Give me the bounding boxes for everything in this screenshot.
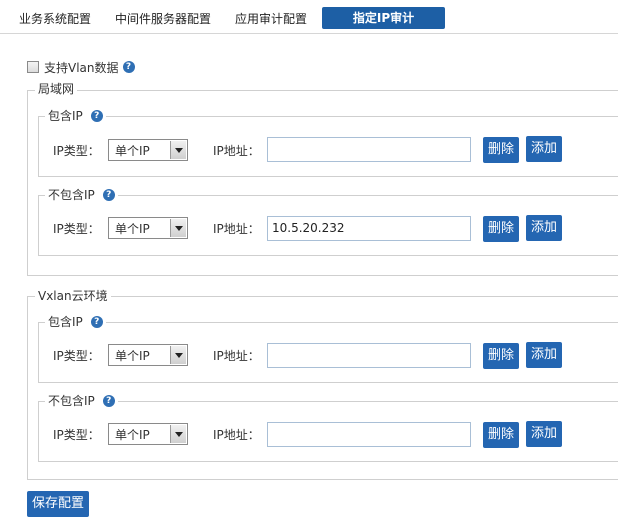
save-config-button[interactable]: 保存配置 bbox=[27, 491, 89, 517]
lan-include-ip-addr-input[interactable] bbox=[267, 137, 471, 162]
help-icon[interactable]: ? bbox=[90, 110, 103, 122]
tab-specified-ip-audit[interactable]: 指定IP审计 bbox=[322, 7, 445, 29]
lan-include-ip-legend: 包含IP ? bbox=[45, 109, 106, 123]
lan-include-ip-type-label: IP类型： bbox=[53, 144, 100, 158]
chevron-down-icon[interactable] bbox=[170, 141, 186, 159]
chevron-down-icon[interactable] bbox=[170, 219, 186, 237]
vxlan-exclude-ip-addr-label: IP地址： bbox=[213, 428, 260, 442]
tab-business-system-config[interactable]: 业务系统配置 bbox=[19, 8, 91, 30]
lan-exclude-ip-legend: 不包含IP ? bbox=[45, 188, 118, 202]
section-lan-title: 局域网 bbox=[35, 82, 78, 96]
lan-include-ip-title: 包含IP bbox=[48, 109, 83, 123]
lan-exclude-ip-title: 不包含IP bbox=[48, 188, 95, 202]
vxlan-exclude-ip-addr-input[interactable] bbox=[267, 422, 471, 447]
tab-middleware-server-config[interactable]: 中间件服务器配置 bbox=[115, 8, 211, 30]
vxlan-include-ip-addr-label: IP地址： bbox=[213, 349, 260, 363]
lan-exclude-ip-type-label: IP类型： bbox=[53, 222, 100, 236]
help-icon[interactable]: ? bbox=[102, 189, 115, 201]
tab-bar: 业务系统配置 中间件服务器配置 应用审计配置 指定IP审计 bbox=[0, 0, 618, 34]
lan-exclude-ip-addr-label: IP地址： bbox=[213, 222, 260, 236]
chevron-down-icon[interactable] bbox=[170, 425, 186, 443]
lan-include-ip-type-select[interactable]: 单个IP bbox=[108, 139, 188, 161]
section-vxlan-title: Vxlan云环境 bbox=[35, 289, 111, 303]
help-icon[interactable]: ? bbox=[90, 316, 103, 328]
vxlan-include-ip-title: 包含IP bbox=[48, 315, 83, 329]
vxlan-include-ip-type-value: 单个IP bbox=[115, 349, 150, 363]
vxlan-include-ip-type-label: IP类型： bbox=[53, 349, 100, 363]
lan-exclude-ip-type-value: 单个IP bbox=[115, 222, 150, 236]
help-icon[interactable]: ? bbox=[102, 395, 115, 407]
lan-include-ip-delete-button[interactable]: 删除 bbox=[483, 137, 519, 163]
lan-exclude-ip-addr-input[interactable]: 10.5.20.232 bbox=[267, 216, 471, 241]
help-icon[interactable]: ? bbox=[122, 61, 135, 73]
vxlan-include-ip-addr-input[interactable] bbox=[267, 343, 471, 368]
vxlan-exclude-ip-type-select[interactable]: 单个IP bbox=[108, 423, 188, 445]
tab-app-audit-config[interactable]: 应用审计配置 bbox=[235, 8, 307, 30]
vxlan-exclude-ip-title: 不包含IP bbox=[48, 394, 95, 408]
vxlan-exclude-ip-legend: 不包含IP ? bbox=[45, 394, 118, 408]
vxlan-exclude-ip-type-value: 单个IP bbox=[115, 428, 150, 442]
vxlan-exclude-ip-delete-button[interactable]: 删除 bbox=[483, 422, 519, 448]
vlan-support-label: 支持Vlan数据 bbox=[44, 60, 119, 75]
vxlan-include-ip-add-button[interactable]: 添加 bbox=[526, 342, 562, 368]
vlan-support-row: 支持Vlan数据 ? bbox=[27, 59, 135, 75]
vxlan-exclude-ip-add-button[interactable]: 添加 bbox=[526, 421, 562, 447]
vxlan-include-ip-type-select[interactable]: 单个IP bbox=[108, 344, 188, 366]
lan-exclude-ip-add-button[interactable]: 添加 bbox=[526, 215, 562, 241]
lan-exclude-ip-type-select[interactable]: 单个IP bbox=[108, 217, 188, 239]
chevron-down-icon[interactable] bbox=[170, 346, 186, 364]
vxlan-include-ip-delete-button[interactable]: 删除 bbox=[483, 343, 519, 369]
vxlan-include-ip-legend: 包含IP ? bbox=[45, 315, 106, 329]
lan-exclude-ip-delete-button[interactable]: 删除 bbox=[483, 216, 519, 242]
vlan-support-checkbox[interactable] bbox=[27, 61, 39, 73]
lan-include-ip-add-button[interactable]: 添加 bbox=[526, 136, 562, 162]
lan-include-ip-type-value: 单个IP bbox=[115, 144, 150, 158]
vxlan-exclude-ip-type-label: IP类型： bbox=[53, 428, 100, 442]
lan-include-ip-addr-label: IP地址： bbox=[213, 144, 260, 158]
